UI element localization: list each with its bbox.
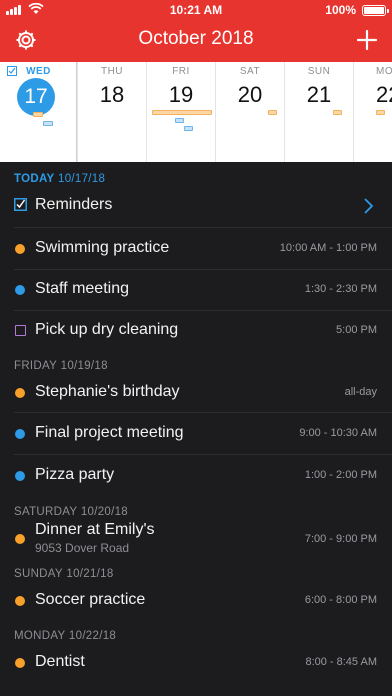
event-row[interactable]: Dentist 8:00 - 8:45 AM — [0, 642, 392, 684]
event-location: 9053 Dover Road — [35, 541, 130, 555]
section-label: MONDAY — [14, 630, 66, 642]
day-of-week: WED — [26, 66, 51, 77]
status-bar: 10:21 AM 100% — [0, 0, 392, 20]
battery-icon — [362, 5, 389, 16]
event-time: 6:00 - 8:00 PM — [304, 594, 377, 606]
day-number: 19 — [168, 82, 194, 107]
chevron-right-icon — [364, 198, 374, 214]
event-marker — [152, 110, 212, 115]
event-marker — [268, 110, 277, 115]
day-of-week: FRI — [172, 66, 190, 77]
event-marker — [333, 110, 342, 115]
day-number: 18 — [99, 82, 125, 107]
event-row[interactable]: Dinner at Emily's 9053 Dover Road 7:00 -… — [0, 518, 392, 560]
nav-bar: 10:21 AM 100% October 2018 — [0, 0, 392, 62]
add-icon[interactable] — [354, 27, 380, 53]
event-time: 8:00 - 8:45 AM — [305, 656, 377, 668]
event-marker — [376, 110, 385, 115]
section-label: FRIDAY — [14, 360, 58, 372]
day-of-week: SAT — [239, 66, 261, 77]
event-title: Swimming practice — [35, 239, 170, 256]
event-color-dot — [15, 534, 25, 544]
event-row[interactable]: Pizza party 1:00 - 2:00 PM — [0, 455, 392, 497]
task-row[interactable]: Pick up dry cleaning 5:00 PM — [0, 311, 392, 351]
event-row[interactable]: Stephanie's birthday all-day — [0, 372, 392, 413]
event-title: Soccer practice — [35, 591, 146, 608]
section-header-today: TODAY 10/17/18 — [14, 173, 105, 185]
event-color-dot — [15, 285, 25, 295]
event-title: Dinner at Emily's — [35, 521, 155, 538]
event-title: Stephanie's birthday — [35, 383, 180, 400]
event-marker — [184, 126, 193, 131]
section-date: 10/17/18 — [58, 173, 106, 185]
section-date: 10/20/18 — [80, 506, 128, 518]
day-wed[interactable]: WED 17 — [0, 62, 78, 162]
section-date: 10/21/18 — [66, 568, 114, 580]
event-marker — [33, 112, 43, 117]
day-number: 22 — [376, 82, 392, 107]
event-title: Pizza party — [35, 466, 115, 483]
event-time: 1:00 - 2:00 PM — [304, 469, 377, 481]
event-title: Dentist — [35, 653, 85, 670]
event-title: Final project meeting — [35, 424, 184, 441]
agenda-list: TODAY 10/17/18 Reminders Swimming practi… — [0, 162, 392, 696]
event-time: 5:00 PM — [336, 324, 377, 336]
event-color-dot — [15, 596, 25, 606]
day-of-week: SUN — [307, 66, 331, 77]
event-title: Pick up dry cleaning — [35, 321, 179, 338]
today-date-circle: 17 — [17, 78, 55, 116]
event-row[interactable]: Final project meeting 9:00 - 10:30 AM — [0, 413, 392, 455]
section-label: SUNDAY — [14, 568, 63, 580]
event-time: 9:00 - 10:30 AM — [299, 427, 377, 439]
battery-percent: 100% — [325, 3, 356, 17]
reminders-row[interactable]: Reminders — [0, 186, 392, 228]
event-time: all-day — [344, 386, 377, 398]
section-header-monday: MONDAY 10/22/18 — [14, 630, 116, 642]
section-header-sunday: SUNDAY 10/21/18 — [14, 568, 114, 580]
checkbox-icon — [14, 198, 27, 211]
event-marker — [43, 121, 53, 126]
section-date: 10/19/18 — [60, 360, 108, 372]
event-color-dot — [15, 244, 25, 254]
day-sat[interactable]: SAT 20 — [216, 62, 285, 162]
week-strip: WED 17 THU 18 FRI 19 SAT 20 SUN 21 MO 22 — [0, 62, 392, 162]
day-sun[interactable]: SUN 21 — [285, 62, 354, 162]
day-fri[interactable]: FRI 19 — [147, 62, 216, 162]
month-title[interactable]: October 2018 — [0, 28, 392, 50]
event-title: Reminders — [35, 196, 113, 213]
event-color-dot — [15, 658, 25, 668]
day-of-week: THU — [100, 66, 124, 77]
event-title: Staff meeting — [35, 280, 129, 297]
event-color-dot — [15, 471, 25, 481]
section-header-friday: FRIDAY 10/19/18 — [14, 360, 108, 372]
day-number: 20 — [237, 82, 263, 107]
section-header-saturday: SATURDAY 10/20/18 — [14, 506, 128, 518]
section-date: 10/22/18 — [68, 630, 117, 642]
event-row[interactable]: Staff meeting 1:30 - 2:30 PM — [0, 270, 392, 311]
event-marker — [175, 118, 184, 123]
task-checkbox-icon[interactable] — [15, 325, 26, 336]
event-time: 10:00 AM - 1:00 PM — [279, 242, 377, 254]
event-color-dot — [15, 388, 25, 398]
event-time: 1:30 - 2:30 PM — [304, 283, 377, 295]
day-thu[interactable]: THU 18 — [78, 62, 147, 162]
day-number: 21 — [306, 82, 332, 107]
event-row[interactable]: Soccer practice 6:00 - 8:00 PM — [0, 580, 392, 622]
section-label: TODAY — [14, 173, 55, 185]
event-color-dot — [15, 429, 25, 439]
day-of-week: MO — [376, 66, 392, 77]
event-row[interactable]: Swimming practice 10:00 AM - 1:00 PM — [0, 228, 392, 270]
day-mon[interactable]: MO 22 — [354, 62, 392, 162]
event-time: 7:00 - 9:00 PM — [304, 533, 377, 545]
section-label: SATURDAY — [14, 506, 78, 518]
